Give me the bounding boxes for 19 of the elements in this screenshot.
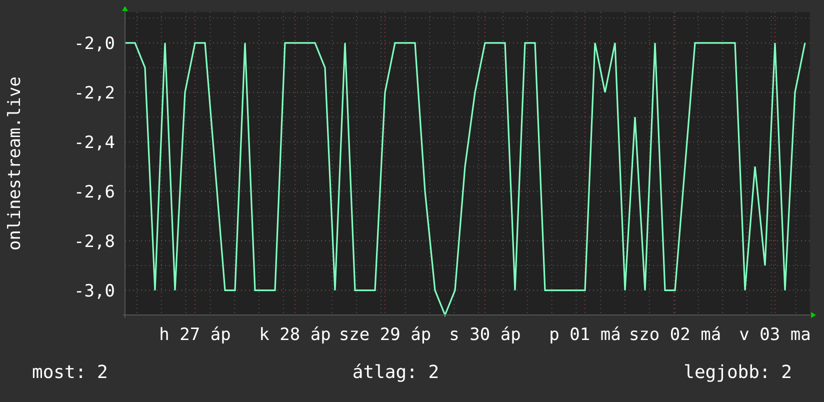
y-axis-title: onlinestream.live xyxy=(5,76,25,250)
y-tick-label: -3,0 xyxy=(74,281,115,302)
x-tick-label: k 28 áp xyxy=(259,325,331,345)
y-axis-arrow-icon xyxy=(122,6,128,11)
x-tick-label: p 01 má xyxy=(549,325,621,345)
x-tick-label: v 03 ma xyxy=(739,325,811,345)
legend-text: legjobb: 2 xyxy=(684,362,792,383)
x-tick-label: sze 29 áp xyxy=(338,325,432,345)
x-tick-label: h 27 áp xyxy=(159,325,231,345)
y-tick-label: -2,0 xyxy=(74,34,115,54)
y-tick-label: -2,6 xyxy=(74,182,115,202)
legend-text: átlag: 2 xyxy=(352,362,440,383)
y-tick-label: -2,8 xyxy=(74,232,115,252)
legend-text: most: 2 xyxy=(32,362,108,383)
x-axis-arrow-icon xyxy=(811,312,816,318)
x-tick-label: s 30 áp xyxy=(449,325,521,345)
y-tick-label: -2,4 xyxy=(74,132,115,153)
x-tick-label: szo 02 má xyxy=(628,325,722,345)
y-tick-label: -2,2 xyxy=(74,83,115,104)
